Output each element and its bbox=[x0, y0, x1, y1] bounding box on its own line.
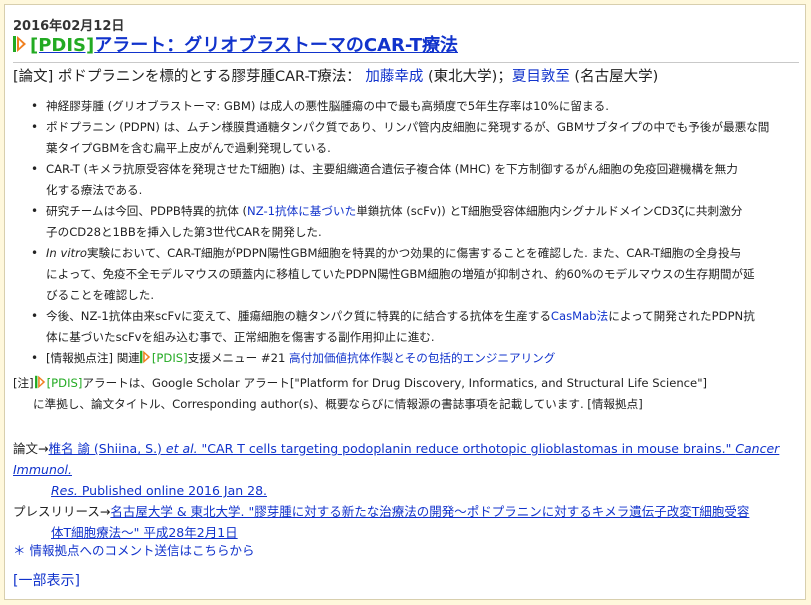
bullet-text: によって、免疫不全モデルマウスの頭蓋内に移植していたPDPN陽性GBM細胞の増殖… bbox=[46, 267, 755, 281]
summary-list: 神経膠芽腫 (グリオブラストーマ: GBM) は成人の悪性脳腫瘍の中で最も高頻度… bbox=[18, 96, 798, 369]
title-divider bbox=[13, 62, 799, 63]
paper-ref-label: 論文→ bbox=[13, 441, 49, 456]
note-text: に準拠し、論文タイトル、Corresponding author(s)、概要なら… bbox=[33, 397, 643, 411]
alert-note: [注] [PDIS]アラートは、Google Scholar アラート["Pla… bbox=[13, 373, 799, 415]
title-text: アラート：グリオブラストーマのCAR-T療法 bbox=[94, 35, 458, 56]
support-menu-link[interactable]: 高付加価値抗体作製とその包括的エンジニアリング bbox=[289, 351, 555, 365]
comment-link[interactable]: ＊ 情報拠点へのコメント送信はこちらから bbox=[13, 543, 254, 558]
bullet-text: [情報拠点注] 関連 bbox=[46, 351, 140, 365]
list-item: 研究チームは今回、PDPB特異的抗体 (NZ-1抗体に基づいた単鎖抗体 (scF… bbox=[18, 201, 798, 243]
paper-heading: [論文] ポドプラニンを標的とする膠芽腫CAR-T療法： 加藤幸成 (東北大学)… bbox=[13, 66, 658, 88]
pdis-logo-icon bbox=[34, 375, 45, 389]
bullet-text: 単鎖抗体 (scFv)) とT細胞受容体細胞内シグナルドメインCD3ζに共刺激分 bbox=[356, 204, 743, 218]
note-prefix: [注] bbox=[13, 376, 34, 390]
bullet-text: 神経膠芽腫 (グリオブラストーマ: GBM) は成人の悪性脳腫瘍の中で最も高頻度… bbox=[46, 99, 609, 113]
list-item: ポドプラニン (PDPN) は、ムチン様膜貫通糖タンパク質であり、リンパ管内皮細… bbox=[18, 117, 798, 159]
bullet-text: びることを確認した. bbox=[46, 288, 155, 302]
author-link-natsume[interactable]: 夏目敦至 bbox=[512, 69, 570, 85]
press-release-link[interactable]: 名古屋大学 & 東北大学. "膠芽腫に対する新たな治療法の開発～ポドプラニンに対… bbox=[110, 504, 749, 519]
paper-tag: [論文] ポドプラニンを標的とする膠芽腫CAR-T療法： bbox=[13, 69, 361, 85]
bullet-text: によって開発されたPDPN抗 bbox=[608, 309, 755, 323]
bullet-text: 実験において、CAR-T細胞がPDPN陽性GBM細胞を特異的かつ効果的に傷害する… bbox=[86, 246, 742, 260]
in-vitro-text: In vitro bbox=[46, 246, 87, 260]
bullet-text: 子のCD28と1BBを挿入した第3世代CARを開発した. bbox=[46, 225, 322, 239]
note-pdis: [PDIS] bbox=[46, 376, 83, 390]
note-text: アラートは、Google Scholar アラート["Platform for … bbox=[82, 376, 708, 390]
related-pdis: [PDIS] bbox=[151, 351, 188, 365]
paper-ref-title: "CAR T cells targeting podoplanin reduce… bbox=[197, 441, 736, 456]
paper-ref-link[interactable]: 椎名 諭 (Shiina, S.) et al. "CAR T cells ta… bbox=[13, 441, 779, 477]
bullet-text: 支援メニュー #21 bbox=[187, 351, 290, 365]
bullet-text: 研究チームは今回、PDPB特異的抗体 ( bbox=[46, 204, 248, 218]
references: 論文→椎名 諭 (Shiina, S.) et al. "CAR T cells… bbox=[13, 438, 799, 543]
comment-link-row: ＊ 情報拠点へのコメント送信はこちらから bbox=[13, 541, 254, 561]
bullet-text: 化する療法である. bbox=[46, 183, 143, 197]
casmab-link[interactable]: CasMab法 bbox=[551, 309, 608, 323]
bullet-text: CAR-T (キメラ抗原受容体を発現させたT細胞) は、主要組織適合遺伝子複合体… bbox=[46, 162, 738, 176]
affil-tohoku: (東北大学)； bbox=[423, 69, 512, 85]
pdis-logo-icon bbox=[139, 350, 151, 364]
title-pdis: [PDIS] bbox=[30, 35, 95, 56]
paper-ref-author: 椎名 諭 (Shiina, S.) bbox=[48, 441, 166, 456]
list-item: In vitro実験において、CAR-T細胞がPDPN陽性GBM細胞を特異的かつ… bbox=[18, 243, 798, 306]
list-item: [情報拠点注] 関連 [PDIS]支援メニュー #21 高付加価値抗体作製とその… bbox=[18, 348, 798, 369]
paper-ref-pubdate: Published online 2016 Jan 28. bbox=[77, 483, 268, 498]
nz1-antibody-link[interactable]: NZ-1抗体に基づいた bbox=[247, 204, 356, 218]
list-item: 今後、NZ-1抗体由来scFvに変えて、腫瘍細胞の糖タンパク質に特異的に結合する… bbox=[18, 306, 798, 348]
page: 2016年02月12日 [PDIS]アラート：グリオブラストーマのCAR-T療法… bbox=[0, 0, 811, 605]
press-ref-label: プレスリリース→ bbox=[13, 504, 111, 519]
paper-ref-etal: et al. bbox=[165, 441, 198, 456]
paper-ref-link-cont[interactable]: Res. Published online 2016 Jan 28. bbox=[51, 483, 267, 498]
bullet-text: 体に基づいたscFvを組み込む事で、正常細胞を傷害する副作用抑止に進む. bbox=[46, 330, 435, 344]
press-release-link-cont[interactable]: 体T細胞療法～" 平成28年2月1日 bbox=[51, 525, 238, 540]
list-item: CAR-T (キメラ抗原受容体を発現させたT細胞) は、主要組織適合遺伝子複合体… bbox=[18, 159, 798, 201]
bullet-text: ポドプラニン (PDPN) は、ムチン様膜貫通糖タンパク質であり、リンパ管内皮細… bbox=[46, 120, 770, 134]
post-date: 2016年02月12日 bbox=[13, 19, 125, 34]
bullet-text: 今後、NZ-1抗体由来scFvに変えて、腫瘍細胞の糖タンパク質に特異的に結合する… bbox=[46, 309, 551, 323]
title-link[interactable]: [PDIS]アラート：グリオブラストーマのCAR-T療法 bbox=[30, 35, 458, 56]
partial-view-link[interactable]: [一部表示] bbox=[13, 573, 80, 589]
affil-nagoya: (名古屋大学) bbox=[569, 69, 659, 85]
bullet-text: 葉タイプGBMを含む扁平上皮がんで過剰発現している. bbox=[46, 141, 331, 155]
pdis-logo-icon bbox=[13, 36, 26, 52]
author-link-kato[interactable]: 加藤幸成 bbox=[365, 69, 423, 85]
article-title[interactable]: [PDIS]アラート：グリオブラストーマのCAR-T療法 bbox=[13, 34, 458, 58]
paper-ref-journal: Res. bbox=[51, 483, 78, 498]
list-item: 神経膠芽腫 (グリオブラストーマ: GBM) は成人の悪性脳腫瘍の中で最も高頻度… bbox=[18, 96, 798, 117]
partial-view-row: [一部表示] bbox=[13, 571, 80, 591]
